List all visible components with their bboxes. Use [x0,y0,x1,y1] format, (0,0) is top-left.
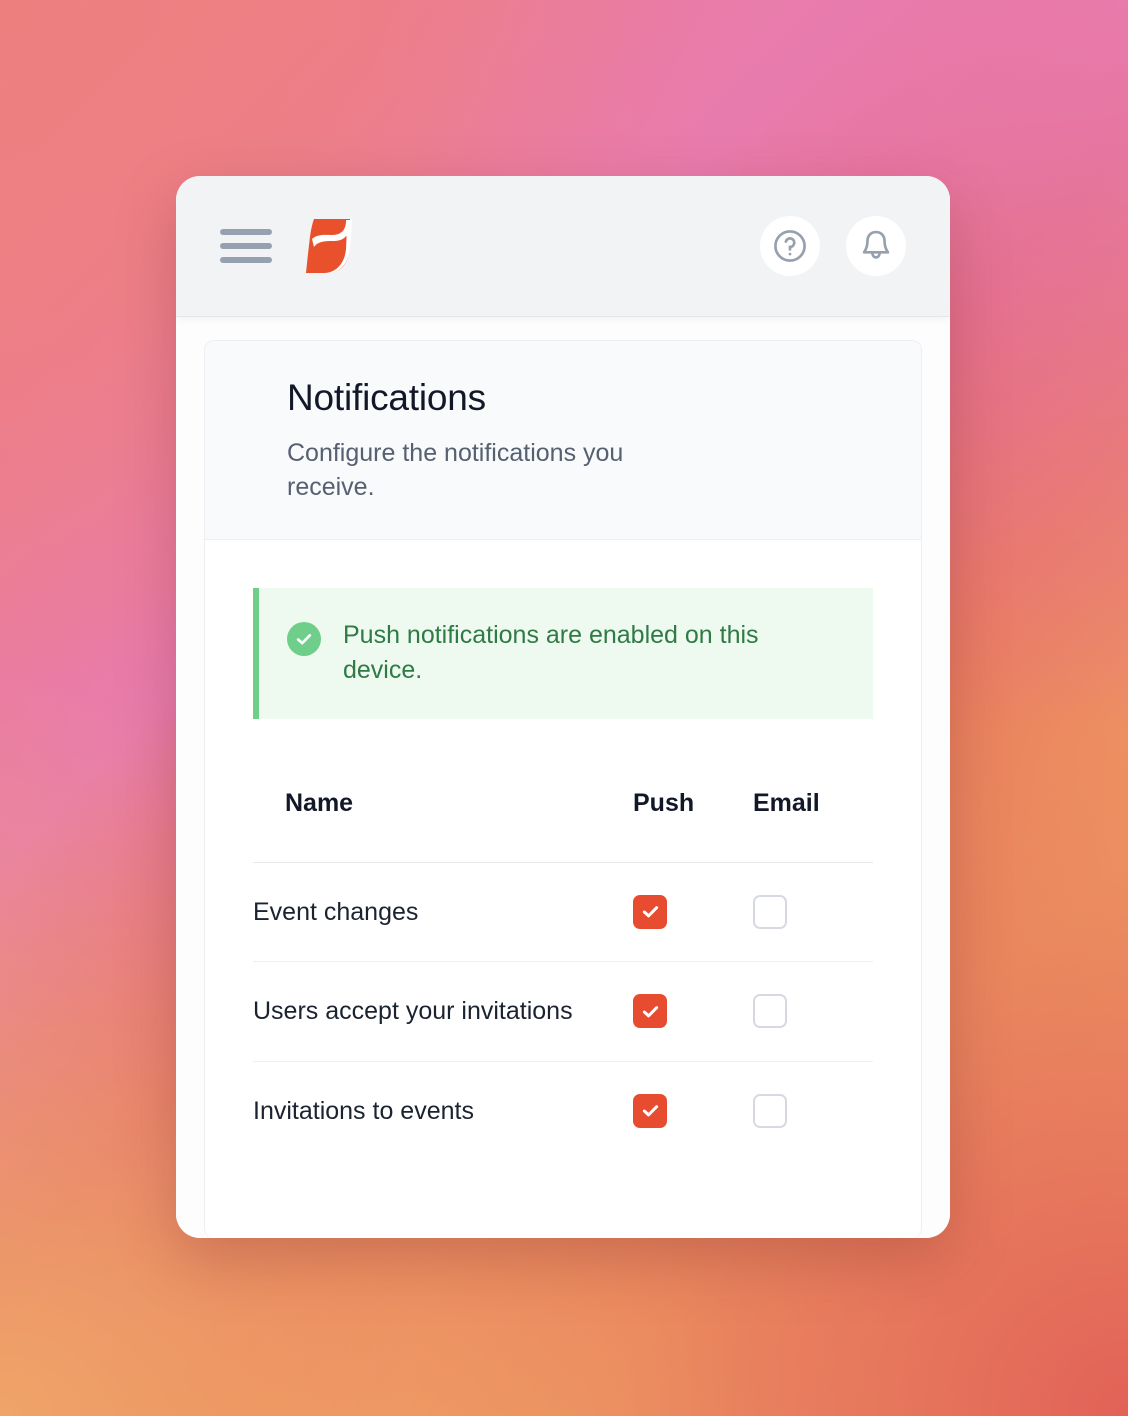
checkmark-icon [642,1105,658,1117]
email-checkbox[interactable] [753,1093,787,1128]
notifications-card: Notifications Configure the notification… [204,340,922,1238]
page-content: Notifications Configure the notification… [176,316,950,1238]
row-email-cell [753,961,873,1062]
notifications-button[interactable] [846,216,906,276]
hamburger-bar-2 [220,243,272,249]
push-enabled-alert: Push notifications are enabled on this d… [253,587,873,719]
brand-logo-icon[interactable] [300,215,356,277]
push-checkbox[interactable] [633,894,667,929]
row-email-cell [753,862,873,963]
row-label: Event changes [253,862,633,963]
hamburger-menu-icon[interactable] [220,229,272,263]
row-label: Users accept your invitations [253,961,633,1062]
table-row: Users accept your invitations [253,961,873,1062]
checkmark-icon [642,906,658,918]
card-body: Push notifications are enabled on this d… [205,539,921,1161]
row-label: Invitations to events [253,1096,474,1125]
table-body: Event changes Users accept your invitati… [253,862,873,1160]
bell-icon [862,230,890,259]
checkmark-icon [642,1005,658,1018]
row-push-cell [633,1061,753,1160]
notifications-table: Name Push Email Event changes Users acce… [253,788,873,1161]
app-window: Notifications Configure the notification… [176,176,950,1238]
hamburger-bar-3 [220,257,272,263]
header-right-group [760,216,906,276]
alert-message: Push notifications are enabled on this d… [343,620,759,685]
hamburger-bar-1 [220,229,272,235]
row-email-cell [753,1061,873,1160]
app-header [176,176,950,316]
page-title: Notifications [287,377,486,418]
table-row: Event changes [253,862,873,963]
row-push-cell [633,961,753,1062]
email-checkbox[interactable] [753,994,787,1029]
push-checkbox[interactable] [633,1093,667,1128]
help-button[interactable] [760,216,820,276]
table-row: Invitations to events [253,1061,873,1160]
check-circle-icon [287,621,321,656]
table-header-row: Name Push Email [253,788,873,863]
push-checkbox[interactable] [633,994,667,1029]
column-header-email: Email [753,788,873,863]
card-header: Notifications Configure the notification… [205,341,921,540]
header-left-group [220,215,356,277]
column-header-push: Push [633,788,753,863]
page-subtitle: Configure the notifications you receive. [287,438,624,502]
table-head: Name Push Email [253,788,873,863]
help-circle-icon [774,230,806,262]
email-checkbox[interactable] [753,894,787,929]
row-push-cell [633,862,753,963]
column-header-name: Name [253,788,633,863]
